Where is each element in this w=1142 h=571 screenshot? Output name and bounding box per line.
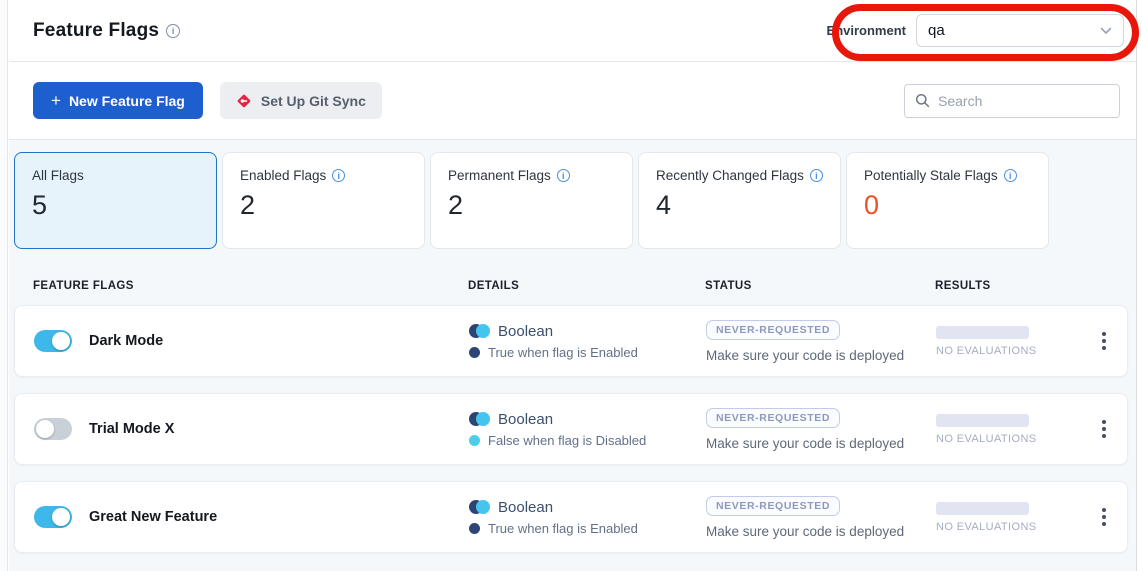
results-cell: NO EVALUATIONS: [936, 502, 1080, 533]
boolean-type-icon: [469, 500, 490, 514]
git-sync-label: Set Up Git Sync: [261, 93, 366, 109]
table-row: Trial Mode X Boolean False when flag is …: [14, 393, 1128, 465]
environment-selected-value: qa: [928, 22, 945, 39]
toolbar: + New Feature Flag Set Up Git Sync: [9, 62, 1136, 140]
results-cell: NO EVALUATIONS: [936, 326, 1080, 357]
stat-value: 0: [864, 190, 1031, 221]
flag-toggle[interactable]: [34, 506, 72, 528]
new-feature-flag-button[interactable]: + New Feature Flag: [33, 82, 203, 119]
stat-label: All Flags: [32, 168, 199, 183]
status-badge: NEVER-REQUESTED: [706, 320, 840, 340]
flag-value-text: True when flag is Enabled: [488, 521, 638, 536]
evaluations-label: NO EVALUATIONS: [936, 345, 1080, 357]
status-note: Make sure your code is deployed: [706, 436, 936, 451]
page-title: Feature Flags: [33, 20, 159, 42]
column-header-feature-flags: FEATURE FLAGS: [33, 280, 468, 292]
details-cell: Boolean False when flag is Disabled: [469, 411, 706, 448]
status-cell: NEVER-REQUESTED Make sure your code is d…: [706, 320, 936, 363]
search-icon: [915, 93, 930, 108]
flag-type-label: Boolean: [498, 323, 553, 340]
info-icon[interactable]: [1004, 169, 1017, 182]
plus-icon: +: [51, 92, 61, 109]
status-badge: NEVER-REQUESTED: [706, 408, 840, 428]
evaluations-bar: [936, 414, 1029, 427]
environment-select[interactable]: qa: [916, 14, 1124, 47]
flag-name[interactable]: Dark Mode: [89, 333, 163, 349]
set-up-git-sync-button[interactable]: Set Up Git Sync: [220, 82, 382, 119]
flag-name[interactable]: Great New Feature: [89, 509, 217, 525]
info-icon[interactable]: [332, 169, 345, 182]
flag-cell: Great New Feature: [34, 506, 469, 528]
column-header-results: RESULTS: [935, 280, 1079, 292]
status-badge: NEVER-REQUESTED: [706, 496, 840, 516]
stat-label: Potentially Stale Flags: [864, 168, 1031, 183]
new-feature-flag-label: New Feature Flag: [69, 93, 185, 109]
results-cell: NO EVALUATIONS: [936, 414, 1080, 445]
value-dot-icon: [469, 435, 480, 446]
value-dot-icon: [469, 523, 480, 534]
row-menu-button[interactable]: [1092, 414, 1116, 444]
title-info-icon[interactable]: [166, 24, 180, 38]
flag-type-label: Boolean: [498, 499, 553, 516]
stat-label: Recently Changed Flags: [656, 168, 823, 183]
toggle-knob: [52, 508, 70, 526]
stat-value: 4: [656, 190, 823, 221]
evaluations-label: NO EVALUATIONS: [936, 521, 1080, 533]
stat-label: Permanent Flags: [448, 168, 615, 183]
boolean-type-icon: [469, 412, 490, 426]
stat-card-potentially-stale-flags[interactable]: Potentially Stale Flags 0: [846, 152, 1049, 249]
git-sync-icon: [236, 93, 252, 109]
status-note: Make sure your code is deployed: [706, 348, 936, 363]
search-box[interactable]: [904, 84, 1120, 118]
flag-cell: Trial Mode X: [34, 418, 469, 440]
info-icon[interactable]: [810, 169, 823, 182]
evaluations-bar: [936, 326, 1029, 339]
flag-type-label: Boolean: [498, 411, 553, 428]
toggle-knob: [52, 332, 70, 350]
stat-value: 5: [32, 190, 199, 221]
flag-cell: Dark Mode: [34, 330, 469, 352]
flag-value-text: True when flag is Enabled: [488, 345, 638, 360]
page-header: Feature Flags Environment qa: [9, 0, 1136, 62]
search-input[interactable]: [938, 93, 1109, 109]
chevron-down-icon: [1100, 27, 1112, 35]
stats-row: All Flags 5 Enabled Flags 2 Permanent Fl…: [14, 152, 1128, 249]
stat-value: 2: [448, 190, 615, 221]
status-cell: NEVER-REQUESTED Make sure your code is d…: [706, 496, 936, 539]
environment-label: Environment: [827, 23, 906, 38]
info-icon[interactable]: [557, 169, 570, 182]
feature-flags-page: Feature Flags Environment qa + New Featu…: [9, 0, 1137, 571]
column-header-details: DETAILS: [468, 280, 705, 292]
flags-section: All Flags 5 Enabled Flags 2 Permanent Fl…: [9, 140, 1136, 571]
table-row: Dark Mode Boolean True when flag is Enab…: [14, 305, 1128, 377]
details-cell: Boolean True when flag is Enabled: [469, 499, 706, 536]
details-cell: Boolean True when flag is Enabled: [469, 323, 706, 360]
stat-card-enabled-flags[interactable]: Enabled Flags 2: [222, 152, 425, 249]
boolean-type-icon: [469, 324, 490, 338]
value-dot-icon: [469, 347, 480, 358]
stat-card-recently-changed-flags[interactable]: Recently Changed Flags 4: [638, 152, 841, 249]
status-cell: NEVER-REQUESTED Make sure your code is d…: [706, 408, 936, 451]
toggle-knob: [36, 420, 54, 438]
column-header-status: STATUS: [705, 280, 935, 292]
evaluations-bar: [936, 502, 1029, 515]
flag-toggle[interactable]: [34, 418, 72, 440]
stat-card-permanent-flags[interactable]: Permanent Flags 2: [430, 152, 633, 249]
stat-value: 2: [240, 190, 407, 221]
evaluations-label: NO EVALUATIONS: [936, 433, 1080, 445]
flag-name[interactable]: Trial Mode X: [89, 421, 174, 437]
app-sidebar-edge: [0, 0, 8, 571]
table-row: Great New Feature Boolean True when flag…: [14, 481, 1128, 553]
flag-toggle[interactable]: [34, 330, 72, 352]
stat-label: Enabled Flags: [240, 168, 407, 183]
stat-card-all-flags[interactable]: All Flags 5: [14, 152, 217, 249]
row-menu-button[interactable]: [1092, 502, 1116, 532]
environment-group: Environment qa: [827, 14, 1124, 47]
row-menu-button[interactable]: [1092, 326, 1116, 356]
status-note: Make sure your code is deployed: [706, 524, 936, 539]
table-header: FEATURE FLAGS DETAILS STATUS RESULTS: [14, 263, 1128, 305]
flag-value-text: False when flag is Disabled: [488, 433, 646, 448]
